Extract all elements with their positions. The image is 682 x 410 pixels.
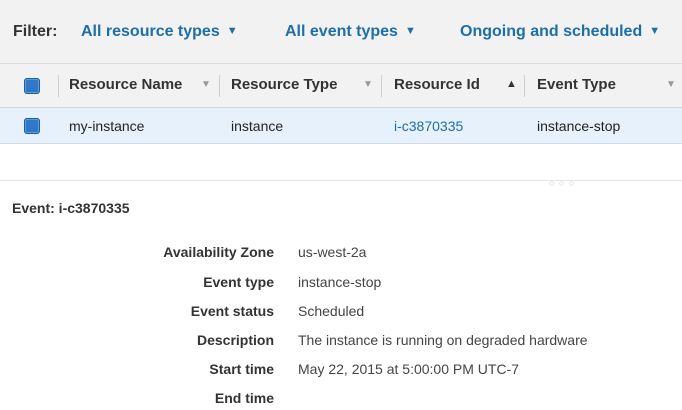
detail-row-description: Description The instance is running on d… [0, 332, 682, 352]
column-header-event-type[interactable]: Event Type [537, 76, 616, 93]
select-all-checkbox[interactable] [24, 78, 40, 94]
detail-row-end-time: End time [0, 390, 682, 410]
detail-label: Description [196, 332, 274, 348]
event-types-dropdown[interactable]: All event types ▼ [285, 23, 416, 41]
pane-divider[interactable] [0, 180, 682, 181]
cell-resource-type: instance [231, 118, 284, 134]
detail-label: Event status [190, 303, 274, 319]
table-row[interactable]: my-instance instance i-c3870335 instance… [0, 108, 682, 144]
detail-label: Event type [203, 274, 274, 290]
detail-row-event-status: Event status Scheduled [0, 303, 682, 323]
row-checkbox[interactable] [24, 118, 40, 134]
detail-value: The instance is running on degraded hard… [298, 332, 588, 348]
chevron-down-icon: ▼ [226, 25, 238, 37]
detail-value: us-west-2a [298, 244, 367, 260]
detail-label: Start time [209, 361, 274, 377]
column-divider [381, 75, 382, 97]
sort-icon[interactable]: ▼ [666, 79, 676, 90]
chevron-down-icon: ▼ [404, 25, 416, 37]
detail-value: May 22, 2015 at 5:00:00 PM UTC-7 [298, 361, 519, 377]
event-types-label: All event types [285, 23, 398, 40]
sort-ascending-icon[interactable]: ▲ [506, 78, 517, 90]
resource-types-dropdown[interactable]: All resource types ▼ [81, 23, 238, 41]
drag-handle-icon[interactable]: ○ ○ ○ [549, 178, 575, 188]
detail-row-start-time: Start time May 22, 2015 at 5:00:00 PM UT… [0, 361, 682, 381]
column-divider [524, 75, 525, 97]
column-header-resource-name[interactable]: Resource Name [69, 76, 182, 93]
column-header-resource-type[interactable]: Resource Type [231, 76, 337, 93]
event-title: Event: i-c3870335 [12, 200, 130, 216]
table-header: Resource Name ▼ Resource Type ▼ Resource… [0, 64, 682, 108]
column-divider [219, 75, 220, 97]
column-divider [58, 75, 59, 97]
detail-row-availability-zone: Availability Zone us-west-2a [0, 244, 682, 264]
detail-value: instance-stop [298, 274, 382, 290]
filter-bar: Filter: All resource types ▼ All event ty… [0, 0, 682, 64]
detail-label: Availability Zone [163, 244, 274, 260]
sort-icon[interactable]: ▼ [363, 79, 373, 90]
resource-types-label: All resource types [81, 23, 220, 40]
detail-value: Scheduled [298, 303, 365, 319]
cell-resource-name: my-instance [69, 118, 145, 134]
detail-label: End time [214, 390, 274, 406]
detail-row-event-type: Event type instance-stop [0, 274, 682, 294]
filter-label: Filter: [13, 23, 58, 40]
resource-id-link[interactable]: i-c3870335 [394, 118, 463, 134]
event-status-dropdown[interactable]: Ongoing and scheduled ▼ [460, 23, 660, 41]
sort-icon[interactable]: ▼ [201, 79, 211, 90]
event-status-label: Ongoing and scheduled [460, 23, 643, 40]
chevron-down-icon: ▼ [649, 25, 661, 37]
cell-event-type: instance-stop [537, 118, 621, 134]
column-header-resource-id[interactable]: Resource Id [394, 76, 480, 93]
